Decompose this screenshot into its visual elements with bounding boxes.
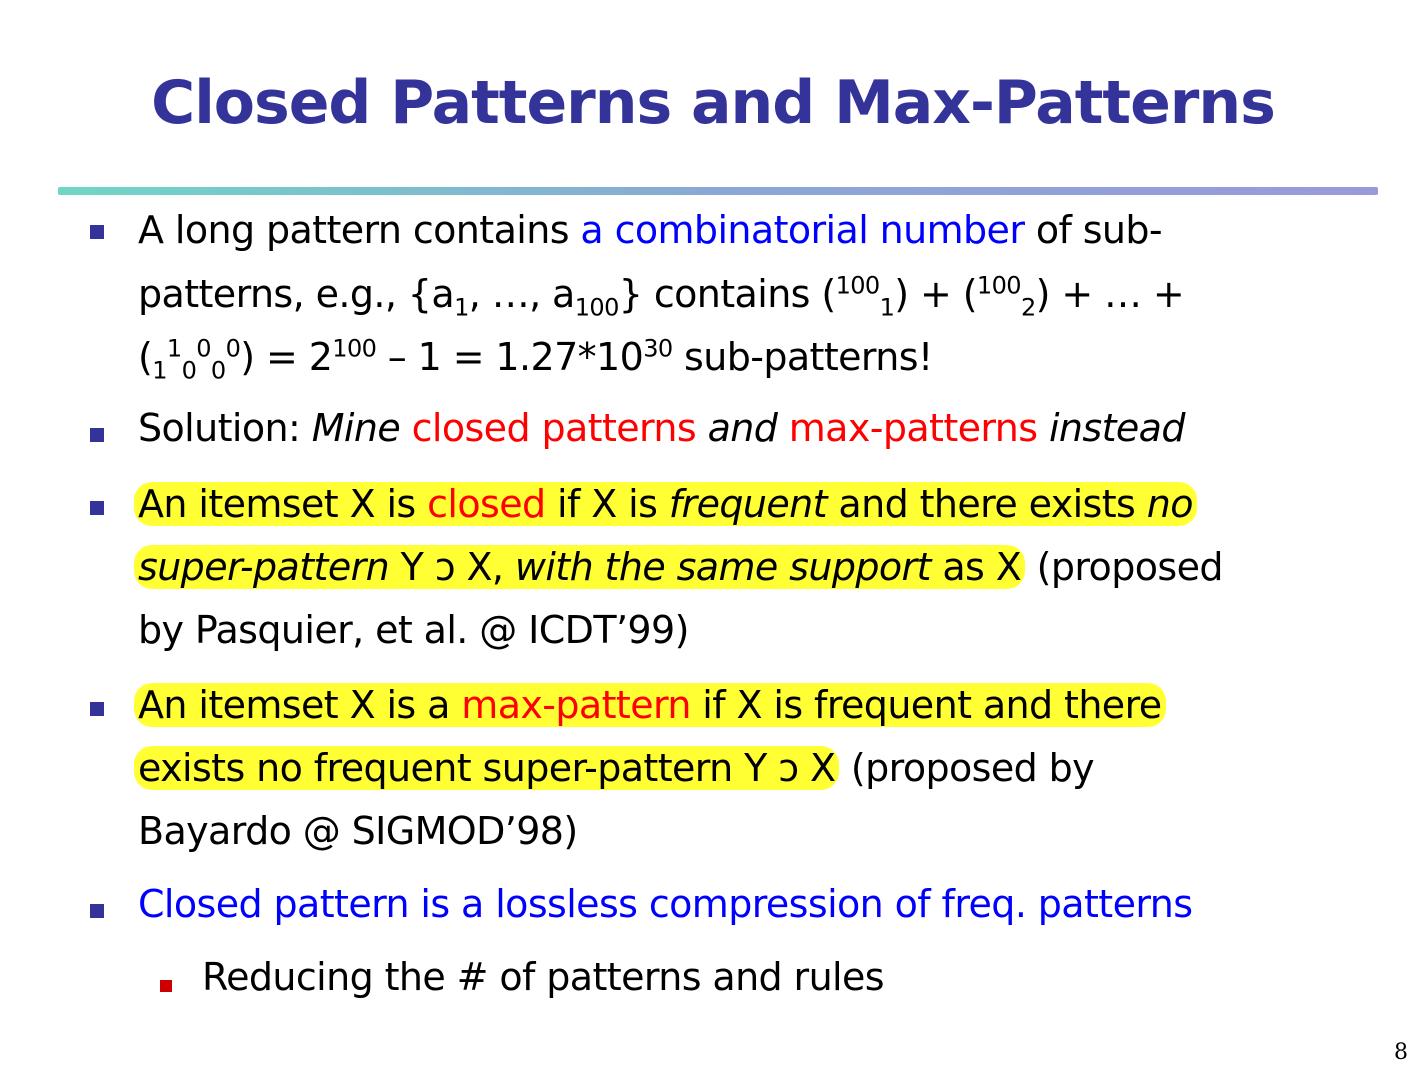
bullet-marker: [90, 702, 104, 716]
bullet-4-line-1: An itemset X is a max-pattern if X is fr…: [134, 681, 1166, 729]
bullet-3-line-1: An itemset X is closed if X is frequent …: [134, 480, 1197, 528]
sub-bullet-marker: [160, 980, 172, 992]
page-number: 8: [1394, 1040, 1408, 1065]
bullet-marker: [90, 428, 104, 442]
bullet-marker: [90, 225, 104, 239]
bullet-1-line-2: patterns, e.g., {a1, …, a100} contains (…: [138, 271, 1185, 322]
bullet-4-line-3: Bayardo @ SIGMOD’98): [138, 809, 578, 853]
bullet-5: Closed pattern is a lossless compression…: [138, 882, 1193, 926]
bullet-marker: [90, 904, 104, 918]
bullet-marker: [90, 501, 104, 515]
bullet-1-line-3: (110000) = 2100 – 1 = 1.27*1030 sub-patt…: [138, 334, 933, 385]
slide-title: Closed Patterns and Max-Patterns: [151, 68, 1276, 138]
bullet-4-line-2: exists no frequent super-pattern Y ɔ X (…: [134, 744, 1095, 792]
bullet-2: Solution: Mine closed patterns and max-p…: [138, 406, 1185, 450]
bullet-1-line-1: A long pattern contains a combinatorial …: [138, 208, 1163, 252]
title-divider: [58, 187, 1378, 195]
bullet-3-line-2: super-pattern Y ɔ X, with the same suppo…: [134, 543, 1223, 591]
bullet-3-line-3: by Pasquier, et al. @ ICDT’99): [138, 608, 689, 652]
sub-bullet-1: Reducing the # of patterns and rules: [202, 955, 885, 999]
